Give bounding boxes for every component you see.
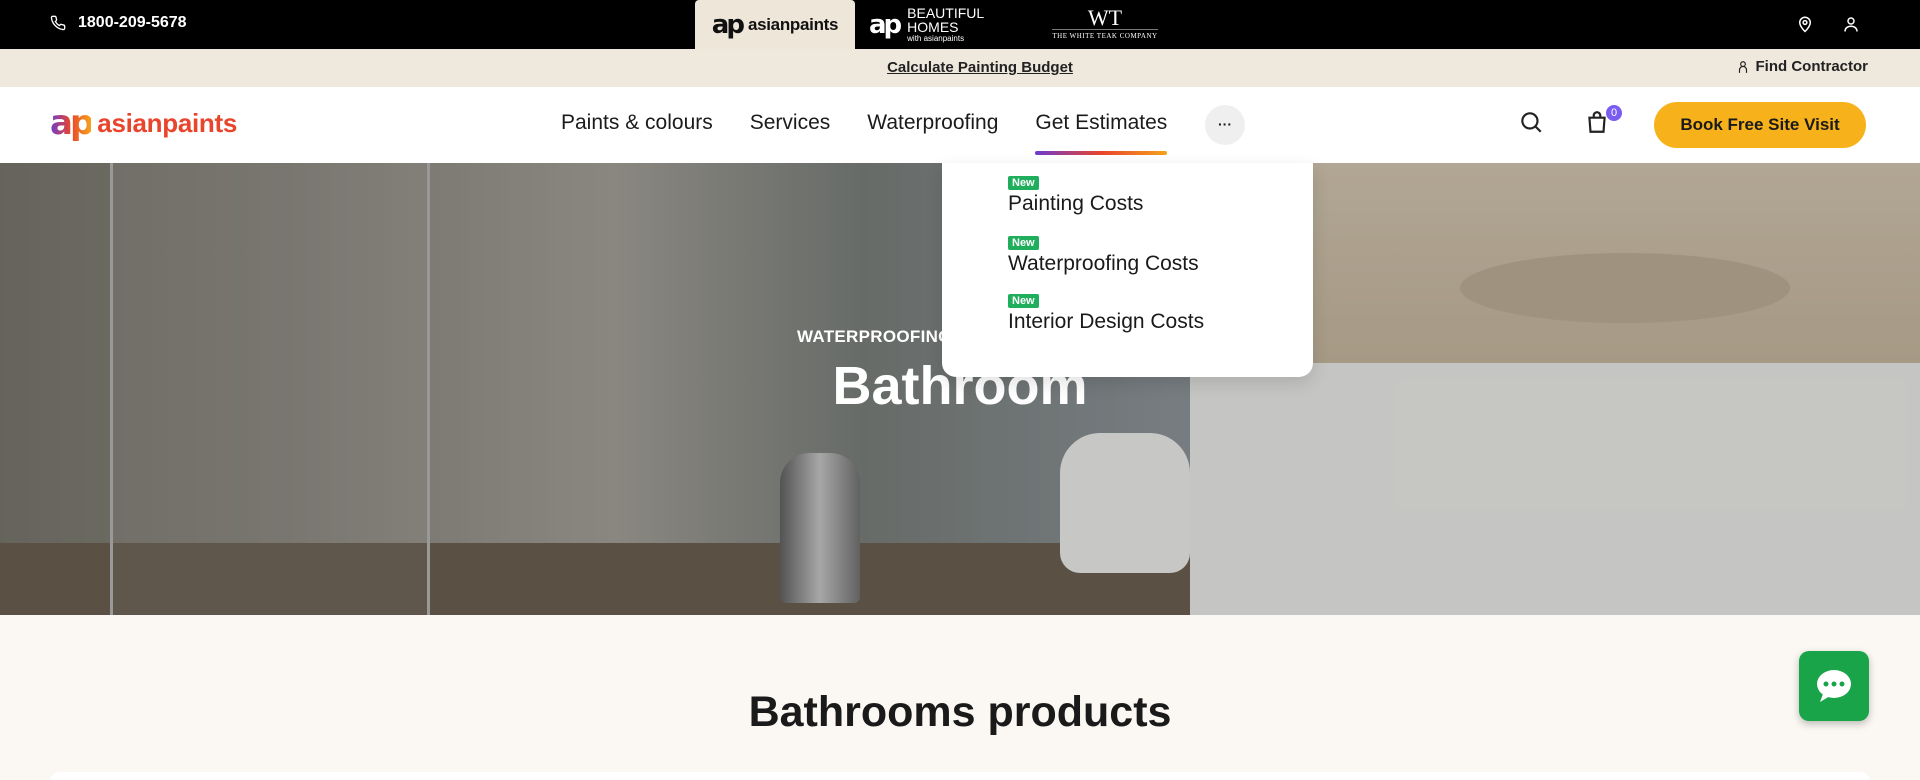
brand-tab-white-teak[interactable]: WT THE WHITE TEAK COMPANY <box>1035 0 1175 49</box>
find-contractor-label: Find Contractor <box>1755 58 1869 75</box>
dropdown-item-label: Waterproofing Costs <box>1008 252 1199 275</box>
brand-tab-asianpaints[interactable]: ap asianpaints <box>695 0 855 49</box>
site-logo[interactable]: ap asianpaints <box>50 103 237 143</box>
white-teak-logo: WT THE WHITE TEAK COMPANY <box>1052 5 1158 40</box>
white-teak-sub: THE WHITE TEAK COMPANY <box>1052 29 1158 40</box>
nav-item-paints-colours[interactable]: Paints & colours <box>561 111 713 135</box>
logo-text: asianpaints <box>97 107 238 138</box>
nav-item-waterproofing[interactable]: Waterproofing <box>867 111 998 135</box>
beautiful-homes-name: BEAUTIFUL HOMES <box>907 4 984 35</box>
hero-kicker: WATERPROOFING <box>797 327 952 346</box>
contractor-icon <box>1738 60 1747 73</box>
search-icon[interactable] <box>1518 109 1544 135</box>
chat-icon <box>1817 670 1851 702</box>
top-icons <box>1796 14 1860 34</box>
asianpaints-mark-icon: ap <box>711 9 745 40</box>
user-icon[interactable] <box>1842 14 1860 34</box>
nav-menu: Paints & colours Services Waterproofing … <box>561 111 1167 155</box>
section-title: Bathrooms products <box>748 688 1172 736</box>
more-menu-button[interactable]: ··· <box>1205 105 1245 145</box>
cart-button[interactable]: 0 <box>1584 105 1622 140</box>
find-contractor-link[interactable]: Find Contractor <box>1736 58 1869 75</box>
dropdown-item-label: Painting Costs <box>1008 192 1144 215</box>
location-icon[interactable] <box>1796 14 1814 34</box>
cart-count-badge: 0 <box>1606 105 1622 121</box>
dropdown-item-interior-design-costs[interactable]: New Interior Design Costs <box>1008 291 1204 334</box>
book-site-visit-button[interactable]: Book Free Site Visit <box>1654 102 1866 148</box>
brand-tab-label: asianpaints <box>747 14 839 34</box>
brand-tabs: ap asianpaints ap BEAUTIFUL HOMES with a… <box>695 0 1175 49</box>
estimates-dropdown: New Painting Costs New Waterproofing Cos… <box>942 163 1313 377</box>
dropdown-item-label: Interior Design Costs <box>1008 310 1205 333</box>
dropdown-item-painting-costs[interactable]: New Painting Costs <box>1008 173 1143 216</box>
white-teak-monogram: WT <box>1087 5 1123 30</box>
nav-icons: 0 <box>1518 105 1622 140</box>
product-card-edge <box>50 772 1870 780</box>
chat-button[interactable] <box>1799 651 1869 721</box>
brand-tab-beautiful-homes[interactable]: ap BEAUTIFUL HOMES with asianpaints <box>855 0 1035 49</box>
phone-number: 1800-209-5678 <box>78 14 187 31</box>
promo-strip: Calculate Painting Budget Find Contracto… <box>0 49 1920 87</box>
new-badge: New <box>1008 176 1039 190</box>
calculate-budget-link[interactable]: Calculate Painting Budget <box>0 59 1920 76</box>
new-badge: New <box>1008 236 1039 250</box>
new-badge: New <box>1008 294 1039 308</box>
beautiful-homes-sub: with asianpaints <box>907 33 965 43</box>
top-bar: 1800-209-5678 ap asianpaints ap BEAUTIFU… <box>0 0 1920 49</box>
nav-item-services[interactable]: Services <box>750 111 831 135</box>
nav-item-get-estimates[interactable]: Get Estimates <box>1035 111 1167 155</box>
main-nav: ap asianpaints Paints & colours Services… <box>0 87 1920 163</box>
beautiful-homes-mark-icon: ap <box>869 9 902 40</box>
beautiful-homes-logo: BEAUTIFUL HOMES with asianpaints <box>907 6 1021 44</box>
phone-link[interactable]: 1800-209-5678 <box>50 14 187 32</box>
dropdown-item-waterproofing-costs[interactable]: New Waterproofing Costs <box>1008 233 1199 276</box>
phone-icon <box>50 15 66 31</box>
logo-mark-icon: ap <box>50 103 94 143</box>
